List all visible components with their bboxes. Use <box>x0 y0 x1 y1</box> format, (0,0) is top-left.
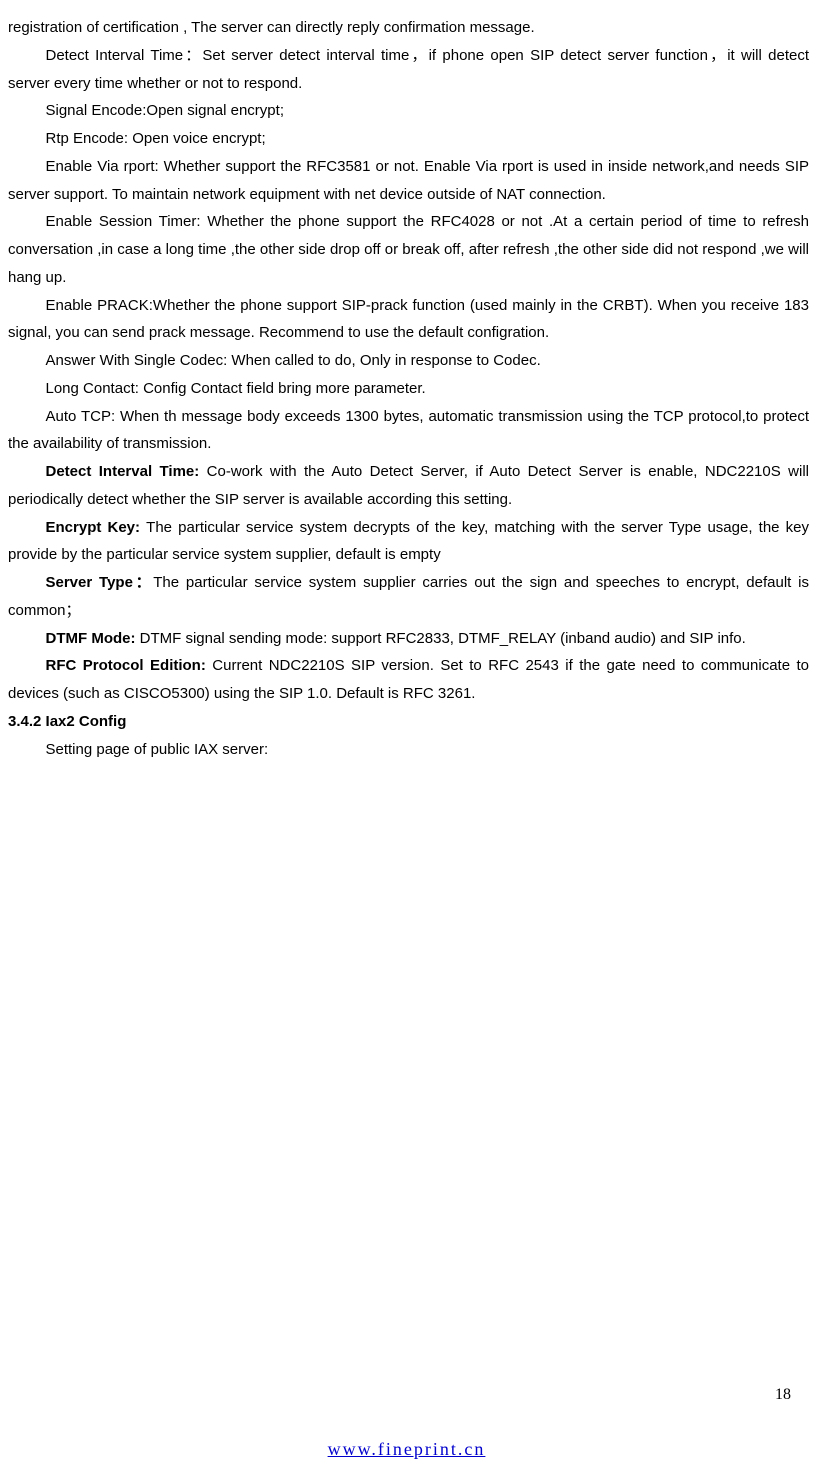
paragraph: Enable Session Timer: Whether the phone … <box>8 208 809 291</box>
footer-link-anchor[interactable]: www.fineprint.cn <box>328 1439 486 1459</box>
paragraph: Long Contact: Config Contact field bring… <box>8 375 809 403</box>
section-heading: 3.4.2 Iax2 Config <box>8 708 809 736</box>
term-label: DTMF Mode: <box>46 630 140 647</box>
document-content: registration of certification , The serv… <box>8 14 809 763</box>
page-number: 18 <box>775 1386 791 1404</box>
paragraph: Enable Via rport: Whether support the RF… <box>8 153 809 209</box>
footer-link: www.fineprint.cn <box>0 1439 813 1460</box>
term-label: Encrypt Key: <box>46 519 147 536</box>
paragraph: Answer With Single Codec: When called to… <box>8 347 809 375</box>
paragraph: Auto TCP: When th message body exceeds 1… <box>8 403 809 459</box>
paragraph: registration of certification , The serv… <box>8 14 809 42</box>
paragraph: Detect Interval Time：Set server detect i… <box>8 42 809 98</box>
paragraph: RFC Protocol Edition: Current NDC2210S S… <box>8 652 809 708</box>
paragraph: Enable PRACK:Whether the phone support S… <box>8 292 809 348</box>
term-label: RFC Protocol Edition: <box>46 657 213 674</box>
paragraph: Detect Interval Time: Co-work with the A… <box>8 458 809 514</box>
paragraph: Rtp Encode: Open voice encrypt; <box>8 125 809 153</box>
paragraph: Encrypt Key: The particular service syst… <box>8 514 809 570</box>
paragraph: Signal Encode:Open signal encrypt; <box>8 97 809 125</box>
term-description: DTMF signal sending mode: support RFC283… <box>140 630 746 647</box>
paragraph: Server Type：The particular service syste… <box>8 569 809 625</box>
term-label: Detect Interval Time: <box>46 463 207 480</box>
section-body: Setting page of public IAX server: <box>8 736 809 764</box>
term-label: Server Type： <box>46 574 154 591</box>
paragraph: DTMF Mode: DTMF signal sending mode: sup… <box>8 625 809 653</box>
